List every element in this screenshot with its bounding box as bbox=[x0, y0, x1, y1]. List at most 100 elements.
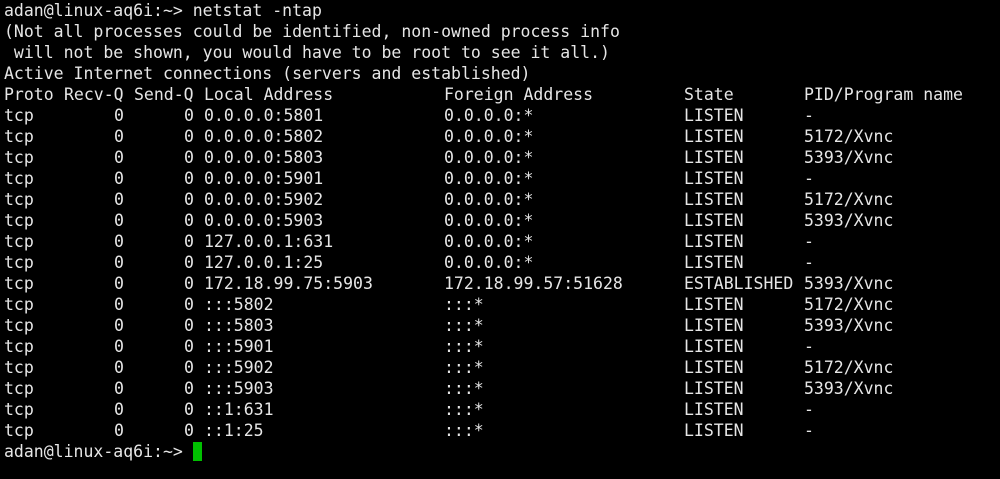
cell-recvq: 0 bbox=[114, 127, 124, 146]
cell-state: LISTEN bbox=[684, 358, 744, 377]
cell-local: 127.0.0.1:631 bbox=[204, 232, 334, 251]
cell-foreign: :::* bbox=[444, 358, 484, 377]
cell-pid: 5172/Xvnc bbox=[804, 358, 894, 377]
cell-recvq: 0 bbox=[114, 211, 124, 230]
cell-recvq: 0 bbox=[114, 400, 124, 419]
cell-pid: 5172/Xvnc bbox=[804, 295, 894, 314]
cell-proto: tcp bbox=[4, 379, 34, 398]
cell-sendq: 0 bbox=[184, 190, 194, 209]
col-foreign-header: Foreign Address bbox=[444, 85, 594, 104]
table-header: Proto Recv-Q Send-Q Local Address Foreig… bbox=[4, 84, 1000, 105]
cell-state: LISTEN bbox=[684, 127, 744, 146]
cell-local: 0.0.0.0:5901 bbox=[204, 169, 324, 188]
cell-foreign: :::* bbox=[444, 421, 484, 440]
cell-local: :::5803 bbox=[204, 316, 274, 335]
col-sendq-header: Send-Q bbox=[134, 85, 194, 104]
cell-local: 0.0.0.0:5903 bbox=[204, 211, 324, 230]
cell-sendq: 0 bbox=[184, 337, 194, 356]
col-pid-header: PID/Program name bbox=[804, 85, 963, 104]
cell-proto: tcp bbox=[4, 337, 34, 356]
notice-line-1: (Not all processes could be identified, … bbox=[4, 22, 620, 41]
cell-recvq: 0 bbox=[114, 190, 124, 209]
cell-pid: 5393/Xvnc bbox=[804, 379, 894, 398]
cell-pid: 5393/Xvnc bbox=[804, 274, 894, 293]
cell-proto: tcp bbox=[4, 190, 34, 209]
table-row: tcp 0 0 0.0.0.0:5803 0.0.0.0:* LISTEN 5393/Xvn… bbox=[4, 147, 1000, 168]
cell-proto: tcp bbox=[4, 274, 34, 293]
cell-recvq: 0 bbox=[114, 253, 124, 272]
cell-sendq: 0 bbox=[184, 169, 194, 188]
cell-local: 127.0.0.1:25 bbox=[204, 253, 324, 272]
cell-sendq: 0 bbox=[184, 253, 194, 272]
col-local-header: Local Address bbox=[204, 85, 334, 104]
cell-pid: - bbox=[804, 400, 814, 419]
table-row: tcp 0 0:::5903:::* LISTEN 5393/Xvnc bbox=[4, 378, 1000, 399]
cell-proto: tcp bbox=[4, 400, 34, 419]
cell-foreign: :::* bbox=[444, 295, 484, 314]
cell-foreign: 172.18.99.57:51628 bbox=[444, 274, 623, 293]
cell-sendq: 0 bbox=[184, 379, 194, 398]
table-row: tcp 0 0 127.0.0.1:631 0.0.0.0:* LISTEN - bbox=[4, 231, 1000, 252]
cell-local: 0.0.0.0:5803 bbox=[204, 148, 324, 167]
cell-foreign: 0.0.0.0:* bbox=[444, 253, 534, 272]
cell-local: :::5802 bbox=[204, 295, 274, 314]
cell-sendq: 0 bbox=[184, 295, 194, 314]
text-cursor bbox=[192, 442, 202, 461]
table-row: tcp 0 0::1:631:::* LISTEN - bbox=[4, 399, 1000, 420]
cell-recvq: 0 bbox=[114, 358, 124, 377]
cell-proto: tcp bbox=[4, 127, 34, 146]
cell-proto: tcp bbox=[4, 148, 34, 167]
table-row: tcp 0 0 0.0.0.0:5901 0.0.0.0:* LISTEN - bbox=[4, 168, 1000, 189]
shell-prompt: adan@linux-aq6i:~> bbox=[4, 1, 183, 20]
cell-local: 172.18.99.75:5903 bbox=[204, 274, 373, 293]
cell-state: LISTEN bbox=[684, 253, 744, 272]
cell-foreign: :::* bbox=[444, 400, 484, 419]
cell-foreign: 0.0.0.0:* bbox=[444, 211, 534, 230]
cell-foreign: :::* bbox=[444, 379, 484, 398]
cell-local: :::5901 bbox=[204, 337, 274, 356]
col-state-header: State bbox=[684, 85, 734, 104]
cell-recvq: 0 bbox=[114, 295, 124, 314]
cell-state: LISTEN bbox=[684, 316, 744, 335]
cell-foreign: 0.0.0.0:* bbox=[444, 148, 534, 167]
final-prompt-line: adan@linux-aq6i:~> bbox=[4, 441, 1000, 462]
cell-pid: - bbox=[804, 253, 814, 272]
table-row: tcp 0 0::1:25:::* LISTEN - bbox=[4, 420, 1000, 441]
cell-pid: 5393/Xvnc bbox=[804, 211, 894, 230]
command-text: netstat -ntap bbox=[192, 1, 322, 20]
table-row: tcp 0 0:::5901:::* LISTEN - bbox=[4, 336, 1000, 357]
cell-state: LISTEN bbox=[684, 379, 744, 398]
table-row: tcp 0 0 0.0.0.0:5802 0.0.0.0:* LISTEN 5172/Xvn… bbox=[4, 126, 1000, 147]
cell-proto: tcp bbox=[4, 106, 34, 125]
cell-proto: tcp bbox=[4, 211, 34, 230]
cell-local: :::5902 bbox=[204, 358, 274, 377]
cell-local: 0.0.0.0:5801 bbox=[204, 106, 324, 125]
cell-pid: - bbox=[804, 106, 814, 125]
terminal-window[interactable]: adan@linux-aq6i:~> netstat -ntap (Not al… bbox=[0, 0, 1000, 479]
cell-local: :::5903 bbox=[204, 379, 274, 398]
cell-recvq: 0 bbox=[114, 169, 124, 188]
cell-state: LISTEN bbox=[684, 421, 744, 440]
table-row: tcp 0 0 127.0.0.1:25 0.0.0.0:* LISTEN - bbox=[4, 252, 1000, 273]
cell-proto: tcp bbox=[4, 169, 34, 188]
cell-foreign: :::* bbox=[444, 316, 484, 335]
cell-state: LISTEN bbox=[684, 169, 744, 188]
cell-foreign: 0.0.0.0:* bbox=[444, 106, 534, 125]
cell-sendq: 0 bbox=[184, 106, 194, 125]
cell-sendq: 0 bbox=[184, 211, 194, 230]
cell-state: LISTEN bbox=[684, 295, 744, 314]
cell-state: LISTEN bbox=[684, 211, 744, 230]
table-row: tcp 0 0:::5902:::* LISTEN 5172/Xvnc bbox=[4, 357, 1000, 378]
cell-pid: 5172/Xvnc bbox=[804, 127, 894, 146]
cell-recvq: 0 bbox=[114, 379, 124, 398]
cell-recvq: 0 bbox=[114, 106, 124, 125]
cell-proto: tcp bbox=[4, 421, 34, 440]
cell-pid: - bbox=[804, 421, 814, 440]
cell-state: LISTEN bbox=[684, 400, 744, 419]
table-row: tcp 0 0 172.18.99.75:5903 172.18.99.57:51628… bbox=[4, 273, 1000, 294]
cell-recvq: 0 bbox=[114, 337, 124, 356]
cell-proto: tcp bbox=[4, 358, 34, 377]
cell-proto: tcp bbox=[4, 316, 34, 335]
cell-pid: - bbox=[804, 232, 814, 251]
cell-pid: 5172/Xvnc bbox=[804, 190, 894, 209]
